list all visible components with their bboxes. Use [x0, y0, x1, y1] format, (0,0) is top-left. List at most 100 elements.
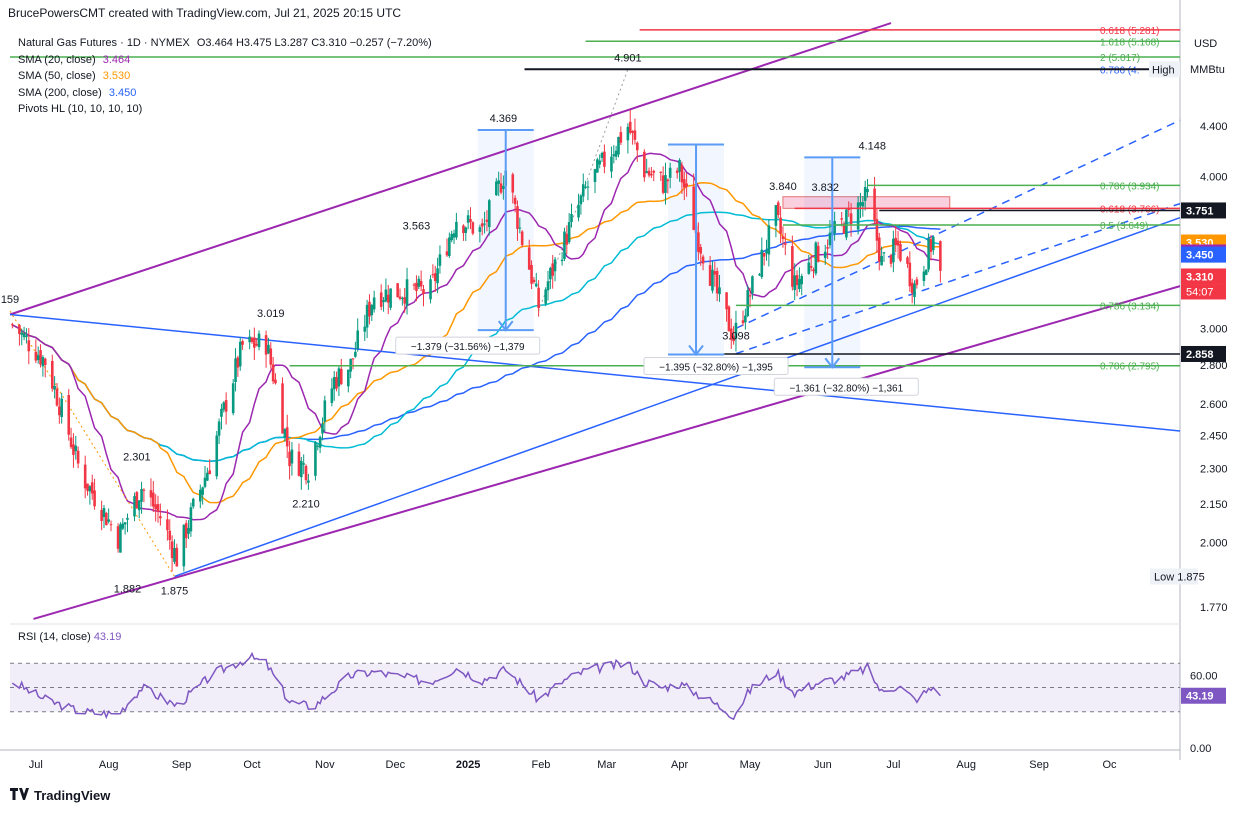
candle-body [537, 287, 540, 309]
candle-body [285, 427, 289, 447]
candle-body [744, 315, 747, 323]
sma50-label[interactable]: SMA (50, close) [18, 70, 96, 82]
candle-body [845, 209, 848, 238]
y-axis-tick: 2.600 [1200, 399, 1228, 411]
candle-body [889, 255, 893, 264]
candle-body [332, 377, 336, 390]
symbol-title[interactable]: Natural Gas Futures · 1D · NYMEX [18, 37, 190, 49]
candle-body [570, 214, 573, 223]
sma200-label[interactable]: SMA (200, close) [18, 87, 102, 99]
candle-body [896, 240, 900, 246]
candle-body [715, 270, 719, 294]
candle-body [34, 351, 38, 361]
candle-body [384, 289, 388, 302]
candle-body [382, 300, 385, 303]
pivots-label[interactable]: Pivots HL (10, 10, 10, 10) [18, 103, 142, 115]
currency-label: USD [1194, 38, 1217, 50]
candle-body [939, 241, 942, 271]
tradingview-brand[interactable]: TradingView [10, 787, 110, 803]
candle-body [546, 281, 550, 291]
pivot-label: 3.563 [403, 221, 431, 233]
candle-body [708, 265, 712, 286]
candle-body [619, 132, 623, 143]
candle-body [861, 202, 865, 207]
candle-body [922, 271, 926, 282]
price-chart[interactable]: 0.618 (5.281)1.618 (5.168)2 (5.017)0.786… [0, 0, 1250, 813]
candle-body [123, 522, 127, 525]
candle-body [877, 237, 881, 262]
candle-body [356, 330, 360, 349]
candle-body [412, 284, 416, 286]
candle-body [137, 500, 141, 511]
candle-body [445, 251, 449, 256]
candle-body [318, 436, 322, 448]
candle-body [828, 232, 832, 246]
candle-body [499, 183, 503, 193]
candle-body [253, 337, 256, 348]
candle-body [814, 242, 818, 274]
measure-label: −1.361 (−32.80%) −1,361 [773, 377, 919, 396]
candle-body [527, 247, 531, 270]
candle-body [142, 489, 146, 491]
candle-body [234, 358, 237, 383]
candle-body [39, 350, 42, 365]
candle-body [274, 379, 277, 384]
y-axis-tick: 2.000 [1200, 537, 1228, 549]
candle-body [182, 524, 186, 567]
candle-body [403, 297, 406, 304]
candle-body [765, 250, 768, 254]
brand-label: TradingView [34, 787, 111, 803]
candle-body [760, 249, 764, 278]
candle-body [429, 279, 432, 300]
candle-body [685, 183, 688, 187]
candle-body [55, 388, 59, 406]
y-axis-tick: 1.770 [1200, 602, 1228, 614]
candle-body [330, 388, 334, 404]
candle-body [892, 238, 895, 263]
sma200-value: 3.450 [108, 86, 137, 99]
candle-body [109, 524, 113, 526]
x-axis-tick: Feb [531, 759, 550, 771]
zigzag-dotted [9, 310, 175, 577]
x-axis-tick: Jun [814, 759, 832, 771]
candle-body [894, 237, 898, 246]
candle-body [20, 332, 24, 335]
rsi-value-badge-text: 43.19 [1186, 691, 1214, 703]
ohlc-values: O3.464 H3.475 L3.287 C3.310 −0.257 (−7.2… [196, 37, 432, 49]
candle-body [697, 232, 700, 252]
candle-body [652, 170, 656, 173]
candle-body [36, 355, 40, 361]
candle-body [173, 548, 176, 562]
candle-body [581, 184, 585, 197]
candle-body [236, 357, 240, 368]
candle-body [257, 333, 261, 348]
rsi-label[interactable]: RSI (14, close) [18, 631, 91, 643]
candle-body [534, 283, 538, 287]
candle-body [100, 509, 103, 521]
candle-body [784, 243, 787, 245]
fib-level-label: 2 (5.017) [1100, 53, 1140, 64]
sma20-label[interactable]: SMA (20, close) [18, 54, 96, 66]
candle-body [579, 195, 583, 205]
x-axis-tick: Apr [671, 759, 688, 771]
candle-body [389, 288, 392, 308]
candle-body [166, 519, 169, 531]
candle-body [323, 400, 327, 422]
x-axis-tick: Jul [886, 759, 900, 771]
candle-body [823, 251, 827, 258]
candle-body [779, 217, 782, 234]
candle-body [776, 202, 780, 216]
x-axis-tick: May [740, 759, 761, 771]
x-axis-tick: Dec [386, 759, 406, 771]
candle-body [116, 526, 120, 549]
candle-body [354, 351, 357, 357]
candle-body [725, 292, 728, 310]
rsi-value: 43.19 [93, 631, 122, 643]
price-axis-badge-text: 3.310 [1186, 271, 1214, 283]
pivot-label: 1.875 [161, 585, 189, 597]
candle-body [513, 197, 517, 205]
candle-body [549, 267, 552, 280]
candle-body [154, 504, 157, 510]
candle-body [762, 252, 766, 257]
candle-body [86, 483, 89, 491]
